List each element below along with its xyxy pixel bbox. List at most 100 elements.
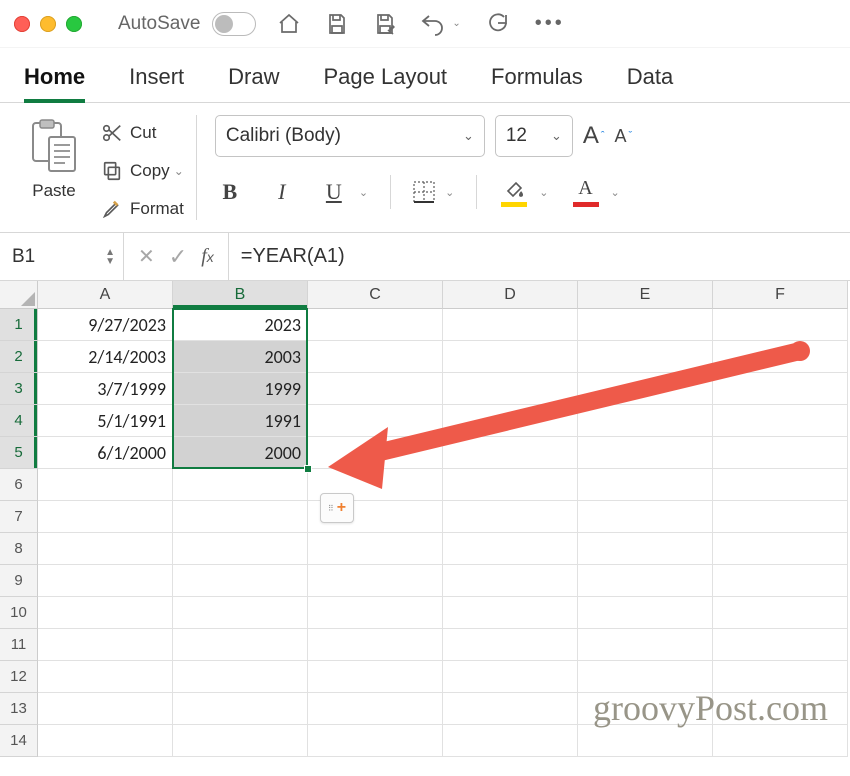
accept-formula-button[interactable]: ✓: [169, 244, 187, 270]
cell[interactable]: [173, 661, 308, 693]
minimize-window-button[interactable]: [40, 16, 56, 32]
cell[interactable]: [443, 341, 578, 373]
cell[interactable]: [578, 533, 713, 565]
cell[interactable]: [173, 565, 308, 597]
column-header[interactable]: B: [173, 281, 308, 309]
chevron-down-icon[interactable]: ⌄: [359, 186, 368, 199]
cell[interactable]: [308, 533, 443, 565]
cell[interactable]: [713, 405, 848, 437]
row-header[interactable]: 3: [0, 373, 38, 405]
qat-more-icon[interactable]: •••: [535, 12, 565, 35]
home-icon[interactable]: [276, 11, 302, 37]
underline-button[interactable]: U: [319, 179, 349, 205]
autosave-toggle[interactable]: [212, 12, 256, 36]
cell[interactable]: [578, 629, 713, 661]
bold-button[interactable]: B: [215, 179, 245, 205]
cell[interactable]: [308, 373, 443, 405]
cell[interactable]: 9/27/2023: [38, 309, 173, 341]
paste-button[interactable]: Paste: [14, 115, 94, 201]
cell[interactable]: [578, 341, 713, 373]
name-box[interactable]: B1 ▲▼: [0, 233, 124, 280]
row-header[interactable]: 7: [0, 501, 38, 533]
cell[interactable]: [173, 629, 308, 661]
italic-button[interactable]: I: [267, 179, 297, 205]
autofill-options-button[interactable]: ⠿+: [320, 493, 354, 523]
close-window-button[interactable]: [14, 16, 30, 32]
cell[interactable]: [308, 597, 443, 629]
cell[interactable]: [578, 437, 713, 469]
decrease-font-button[interactable]: Aˇ: [615, 126, 633, 147]
cell[interactable]: [713, 597, 848, 629]
cell[interactable]: [578, 405, 713, 437]
cell[interactable]: [443, 693, 578, 725]
save-as-icon[interactable]: [372, 11, 398, 37]
cell[interactable]: [308, 341, 443, 373]
chevron-down-icon[interactable]: ⌄: [611, 186, 620, 199]
formula-input[interactable]: =YEAR(A1): [228, 233, 850, 280]
row-header[interactable]: 9: [0, 565, 38, 597]
select-all-corner[interactable]: [0, 281, 38, 309]
format-painter-button[interactable]: Format: [100, 193, 184, 225]
cell[interactable]: [308, 309, 443, 341]
row-header[interactable]: 10: [0, 597, 38, 629]
increase-font-button[interactable]: Aˆ: [583, 122, 605, 150]
fill-handle[interactable]: [304, 465, 312, 473]
row-header[interactable]: 4: [0, 405, 38, 437]
cell[interactable]: [308, 405, 443, 437]
row-header[interactable]: 2: [0, 341, 38, 373]
undo-icon[interactable]: [420, 11, 446, 37]
copy-button[interactable]: Copy ⌄: [100, 155, 184, 187]
tab-formulas[interactable]: Formulas: [491, 64, 583, 102]
cell[interactable]: [38, 597, 173, 629]
cell[interactable]: [713, 469, 848, 501]
cell[interactable]: [308, 661, 443, 693]
cell[interactable]: [443, 437, 578, 469]
cell[interactable]: [713, 629, 848, 661]
cell[interactable]: [443, 629, 578, 661]
cell[interactable]: [173, 597, 308, 629]
cell[interactable]: [443, 405, 578, 437]
cell[interactable]: [173, 725, 308, 757]
cell[interactable]: 2/14/2003: [38, 341, 173, 373]
row-header[interactable]: 8: [0, 533, 38, 565]
row-header[interactable]: 14: [0, 725, 38, 757]
cell[interactable]: [443, 597, 578, 629]
cell[interactable]: [308, 629, 443, 661]
chevron-down-icon[interactable]: ⌄: [539, 186, 548, 199]
font-size-select[interactable]: 12 ⌄: [495, 115, 573, 157]
cell[interactable]: [173, 533, 308, 565]
cell[interactable]: [578, 597, 713, 629]
cell[interactable]: [578, 469, 713, 501]
cell[interactable]: [38, 469, 173, 501]
cell[interactable]: [173, 501, 308, 533]
row-header[interactable]: 5: [0, 437, 38, 469]
cell[interactable]: 5/1/1991: [38, 405, 173, 437]
redo-icon[interactable]: [483, 11, 509, 37]
fill-color-button[interactable]: [499, 179, 529, 205]
cell[interactable]: [443, 565, 578, 597]
cell[interactable]: [38, 533, 173, 565]
cell[interactable]: [308, 437, 443, 469]
cell[interactable]: [713, 373, 848, 405]
cell[interactable]: [578, 309, 713, 341]
tab-page-layout[interactable]: Page Layout: [324, 64, 448, 102]
cell[interactable]: 3/7/1999: [38, 373, 173, 405]
cell[interactable]: [38, 661, 173, 693]
fx-icon[interactable]: fx: [201, 245, 214, 268]
spreadsheet-grid[interactable]: ABCDEF19/27/2023202322/14/2003200333/7/1…: [0, 281, 850, 757]
tab-home[interactable]: Home: [24, 64, 85, 102]
row-header[interactable]: 12: [0, 661, 38, 693]
cell[interactable]: 2000: [173, 437, 308, 469]
column-header[interactable]: F: [713, 281, 848, 309]
cell[interactable]: [578, 725, 713, 757]
cell[interactable]: [308, 693, 443, 725]
column-header[interactable]: E: [578, 281, 713, 309]
row-header[interactable]: 13: [0, 693, 38, 725]
row-header[interactable]: 6: [0, 469, 38, 501]
row-header[interactable]: 1: [0, 309, 38, 341]
cut-button[interactable]: Cut: [100, 117, 184, 149]
zoom-window-button[interactable]: [66, 16, 82, 32]
cancel-formula-button[interactable]: ✕: [138, 244, 155, 269]
row-header[interactable]: 11: [0, 629, 38, 661]
cell[interactable]: [713, 533, 848, 565]
